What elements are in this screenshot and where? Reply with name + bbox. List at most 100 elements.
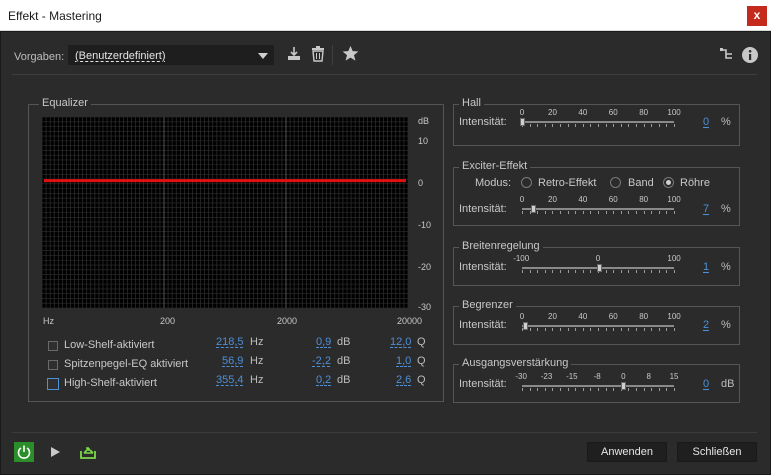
apply-button[interactable]: Anwenden	[587, 442, 667, 462]
slider-tick-mark	[567, 270, 569, 273]
slider-thumb[interactable]	[596, 264, 602, 272]
slider-tick-mark	[544, 270, 546, 273]
slider-tick-mark	[651, 328, 653, 331]
slider-tick-label: 100	[667, 254, 681, 263]
frequency-unit: Hz	[250, 355, 264, 367]
slider-tick-mark	[552, 270, 554, 273]
low-shelf-frequency[interactable]: 218,5	[216, 336, 244, 348]
save-preset-icon[interactable]	[285, 46, 303, 64]
slider-tick-mark	[537, 388, 539, 391]
gain-unit: dB	[337, 374, 351, 386]
slider-tick-mark	[636, 270, 637, 273]
slider-tick-mark	[567, 211, 569, 214]
equalizer-curve-canvas[interactable]	[42, 117, 408, 308]
slider-thumb[interactable]	[520, 118, 525, 126]
exciter-intensity-unit: %	[721, 203, 731, 215]
slider-tick-label: -100	[513, 254, 530, 263]
slider-thumb[interactable]	[530, 205, 536, 213]
peak-eq-frequency[interactable]: 56,9	[222, 355, 243, 367]
power-toggle-button[interactable]	[14, 442, 34, 462]
loop-export-icon	[80, 447, 96, 459]
equalizer-graph[interactable]	[42, 117, 408, 308]
x-tick-label: 2000	[277, 316, 298, 326]
slider-tick-mark	[529, 328, 531, 331]
slider-tick-mark	[529, 124, 531, 127]
exciter-mode-label: Modus:	[475, 177, 512, 189]
slider-track[interactable]	[522, 208, 674, 210]
slider-tick-mark	[651, 270, 653, 273]
slider-tick-mark	[658, 211, 660, 214]
slider-tick-mark	[560, 124, 561, 127]
info-icon[interactable]	[741, 46, 759, 64]
exciter-panel	[453, 167, 740, 226]
high-shelf-q[interactable]: 2,6	[396, 374, 411, 386]
y-tick-label: -20	[418, 262, 432, 272]
slider-tick-mark	[636, 211, 637, 214]
low-shelf-q[interactable]: 12,0	[390, 336, 411, 348]
slider-tick-label: 40	[578, 312, 588, 321]
slider-tick-mark	[628, 124, 630, 127]
play-button[interactable]	[49, 446, 61, 458]
preset-dropdown[interactable]: (Benutzerdefiniert)	[68, 45, 274, 65]
slider-tick-mark	[651, 211, 653, 214]
routing-icon[interactable]	[717, 47, 735, 65]
slider-tick-mark	[537, 270, 539, 273]
slider-tick-mark	[552, 211, 554, 214]
slider-track[interactable]	[522, 325, 674, 327]
close-button[interactable]: Schließen	[677, 442, 757, 462]
slider-tick-mark	[666, 388, 668, 391]
x-axis-unit: Hz	[43, 316, 54, 326]
toolbar-separator	[12, 74, 757, 75]
hall-intensity-value[interactable]: 0	[703, 116, 709, 128]
mode-radio-tube[interactable]	[663, 177, 674, 188]
high-shelf-label: High-Shelf-aktiviert	[64, 377, 157, 389]
slider-track[interactable]	[522, 121, 674, 123]
high-shelf-gain[interactable]: 0,2	[316, 374, 331, 386]
peak-eq-q[interactable]: 1,0	[396, 355, 411, 367]
slider-tick-mark	[666, 211, 668, 214]
slider-thumb[interactable]	[621, 382, 627, 390]
slider-tick-mark	[651, 124, 653, 127]
slider-tick-mark	[560, 388, 561, 391]
width-title: Breitenregelung	[459, 240, 543, 252]
hall-intensity-unit: %	[721, 116, 731, 128]
low-shelf-gain[interactable]: 0,9	[316, 336, 331, 348]
slider-tick-mark	[628, 328, 630, 331]
slider-tick-mark	[628, 388, 630, 391]
y-tick-label: -10	[418, 220, 432, 230]
mode-radio-band[interactable]	[610, 177, 621, 188]
slider-tick-mark	[620, 270, 622, 273]
slider-tick-mark	[605, 388, 607, 391]
gain-unit: dB	[337, 336, 351, 348]
slider-track[interactable]	[522, 385, 674, 387]
slider-tick-mark	[643, 328, 645, 331]
slider-tick-mark	[544, 388, 546, 391]
delete-preset-icon[interactable]	[309, 46, 327, 64]
mode-tube-label: Röhre	[680, 177, 710, 189]
slider-tick-mark	[658, 328, 660, 331]
close-window-button[interactable]: x	[747, 6, 767, 26]
preset-label: Vorgaben:	[14, 51, 65, 63]
slider-tick-mark	[605, 328, 607, 331]
high-shelf-checkbox[interactable]	[47, 378, 59, 390]
mode-radio-retro[interactable]	[521, 177, 532, 188]
peak-eq-gain[interactable]: -2,2	[312, 355, 331, 367]
low-shelf-checkbox[interactable]	[48, 341, 58, 351]
window-title: Effekt - Mastering	[8, 9, 102, 23]
width-intensity-value[interactable]: 1	[703, 261, 709, 273]
loop-export-button[interactable]	[79, 443, 97, 461]
q-unit: Q	[417, 336, 426, 348]
slider-tick-mark	[598, 388, 599, 391]
slider-tick-mark	[651, 388, 653, 391]
peak-eq-checkbox[interactable]	[48, 360, 58, 370]
high-shelf-frequency[interactable]: 355,4	[216, 374, 244, 386]
slider-thumb[interactable]	[523, 322, 529, 330]
slider-tick-mark	[643, 388, 645, 391]
equalizer-title: Equalizer	[39, 97, 91, 109]
exciter-intensity-value[interactable]: 7	[703, 203, 709, 215]
limiter-intensity-value[interactable]: 2	[703, 319, 709, 331]
favorite-star-icon[interactable]	[340, 45, 360, 65]
output-gain-value[interactable]: 0	[703, 378, 709, 390]
toolbar-divider	[332, 45, 333, 65]
slider-tick-mark	[605, 211, 607, 214]
